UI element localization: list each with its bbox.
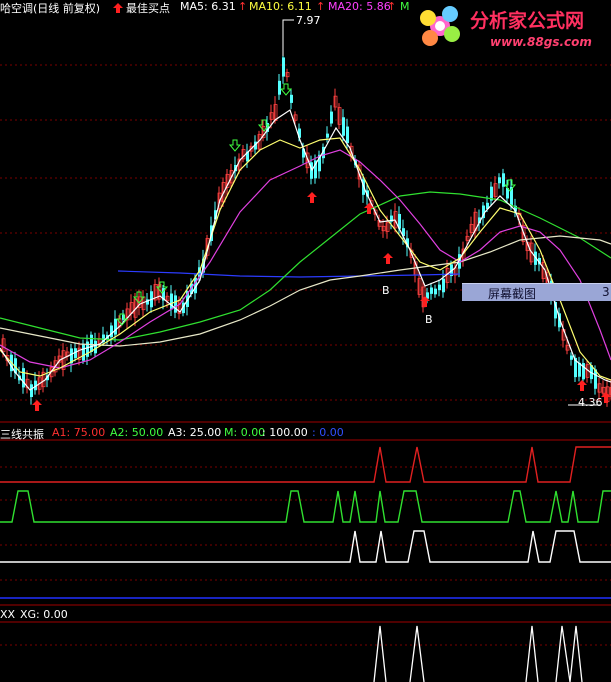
a3-signal-line [0,530,611,563]
candle-body [290,94,293,103]
candle-body [22,368,25,388]
ma5-value: MA5: 6.31 [180,0,236,13]
buy-signal-b2: B [425,313,433,326]
candle-body [174,295,177,313]
buy-arrow-icon [577,380,587,391]
screenshot-suffix: 3 [602,285,610,299]
buy-arrow-icon [383,253,393,264]
candle-body [330,111,333,124]
candle-body [442,278,445,293]
grid-lines [0,64,611,646]
candle-body [114,318,117,335]
logo-url: www.88gs.com [490,35,592,49]
candle-body [30,384,33,398]
ma10-arrow-icon: ↑ [316,0,326,13]
candlesticks [1,53,611,407]
m3-value: : 0.00 [312,426,344,439]
buy-signal-b1: B [382,284,390,297]
sell-arrow-icon [228,139,242,152]
buy-arrow-icon [32,400,42,411]
candle-body [346,126,349,144]
candle-body [498,177,501,184]
m-value: M: 0.00 [224,426,266,439]
ma10-value: MA10: 6.11 [249,0,312,13]
a2-value: A2: 50.00 [110,426,164,439]
a3-value: A3: 25.00 [168,426,222,439]
sell-arrow-icon [279,83,293,96]
candle-body [278,80,281,95]
candle-body [326,133,329,138]
screenshot-button[interactable]: 屏幕截图 3 [462,283,611,301]
a1-signal-line [0,446,611,483]
ma20-arrow-icon: ↑ [387,0,397,13]
a1-value: A1: 75.00 [52,426,106,439]
chart-canvas [0,3,611,682]
best-buy-label: 最佳买点 [126,2,170,15]
candle-body [282,57,285,77]
m2-value: : 100.00 [262,426,308,439]
screenshot-label: 屏幕截图 [488,287,537,301]
candle-body [90,334,93,352]
stock-title: 哈空调(日线 前复权) [0,2,101,15]
low-price-label: 4.36 [578,396,603,409]
xg-value: XG: 0.00 [20,608,68,621]
indicator2-name: XX [0,608,16,621]
candle-body [94,340,97,354]
logo-name: 分析家公式网 [470,10,585,32]
indicator1-name: 三线共振 [0,428,44,441]
ma60-value: M [400,0,410,13]
candle-body [434,288,437,295]
high-price-label: 7.97 [296,14,321,27]
buy-arrows [32,3,611,411]
high-marker [282,19,294,56]
ma5-arrow-icon: ↑ [238,0,248,13]
candle-body [438,284,441,291]
site-logo: 分析家公式网 www.88gs.com [410,0,611,56]
xg-signal-line [373,625,583,682]
buy-arrow-icon [307,192,317,203]
candle-body [170,293,173,310]
candle-body [342,117,345,136]
ma20-value: MA20: 5.86 [328,0,391,13]
buy-arrow-icon [113,3,123,13]
candle-body [570,355,573,360]
candle-body [430,287,433,294]
candle-body [82,344,85,361]
a2-signal-line [0,490,611,523]
